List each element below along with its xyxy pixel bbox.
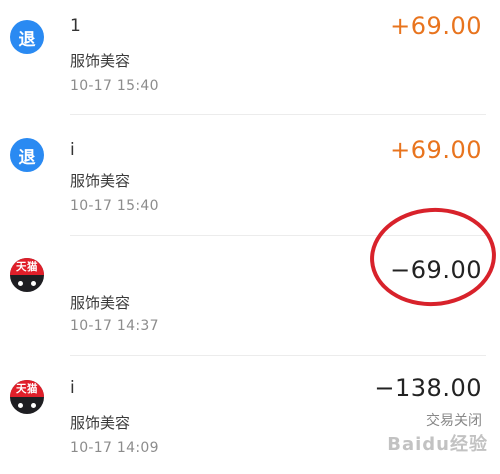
watermark: Baidu经验 bbox=[387, 434, 488, 455]
transaction-category: 服饰美容 bbox=[70, 52, 131, 70]
transaction-title: 1 bbox=[70, 16, 81, 36]
transaction-row-1[interactable]: 退 1 服饰美容 10-17 15:40 +69.00 bbox=[0, 0, 500, 118]
tmall-icon-face bbox=[10, 275, 44, 292]
transaction-title: i bbox=[70, 378, 75, 398]
transaction-category: 服饰美容 bbox=[70, 414, 131, 432]
transaction-category: 服饰美容 bbox=[70, 294, 131, 312]
transaction-amount: +69.00 bbox=[390, 12, 482, 40]
tmall-icon-face bbox=[10, 397, 44, 414]
transaction-time: 10-17 15:40 bbox=[70, 198, 159, 214]
refund-icon: 退 bbox=[10, 138, 44, 172]
transaction-time: 10-17 14:37 bbox=[70, 318, 159, 334]
transaction-category: 服饰美容 bbox=[70, 172, 131, 190]
transaction-status: 交易关闭 bbox=[426, 413, 482, 429]
refund-icon: 退 bbox=[10, 20, 44, 54]
transaction-amount: −138.00 bbox=[374, 374, 482, 402]
tmall-icon-label: 天猫 bbox=[10, 258, 44, 275]
tmall-icon-label: 天猫 bbox=[10, 380, 44, 397]
transaction-time: 10-17 15:40 bbox=[70, 78, 159, 94]
tmall-icon: 天猫 bbox=[10, 258, 44, 292]
row-divider bbox=[70, 114, 486, 115]
transaction-title: i bbox=[70, 140, 75, 160]
transaction-time: 10-17 14:09 bbox=[70, 440, 159, 456]
transaction-amount: +69.00 bbox=[390, 136, 482, 164]
transaction-row-4[interactable]: 天猫 i 服饰美容 10-17 14:09 −138.00 交易关闭 bbox=[0, 356, 500, 474]
tmall-icon: 天猫 bbox=[10, 380, 44, 414]
